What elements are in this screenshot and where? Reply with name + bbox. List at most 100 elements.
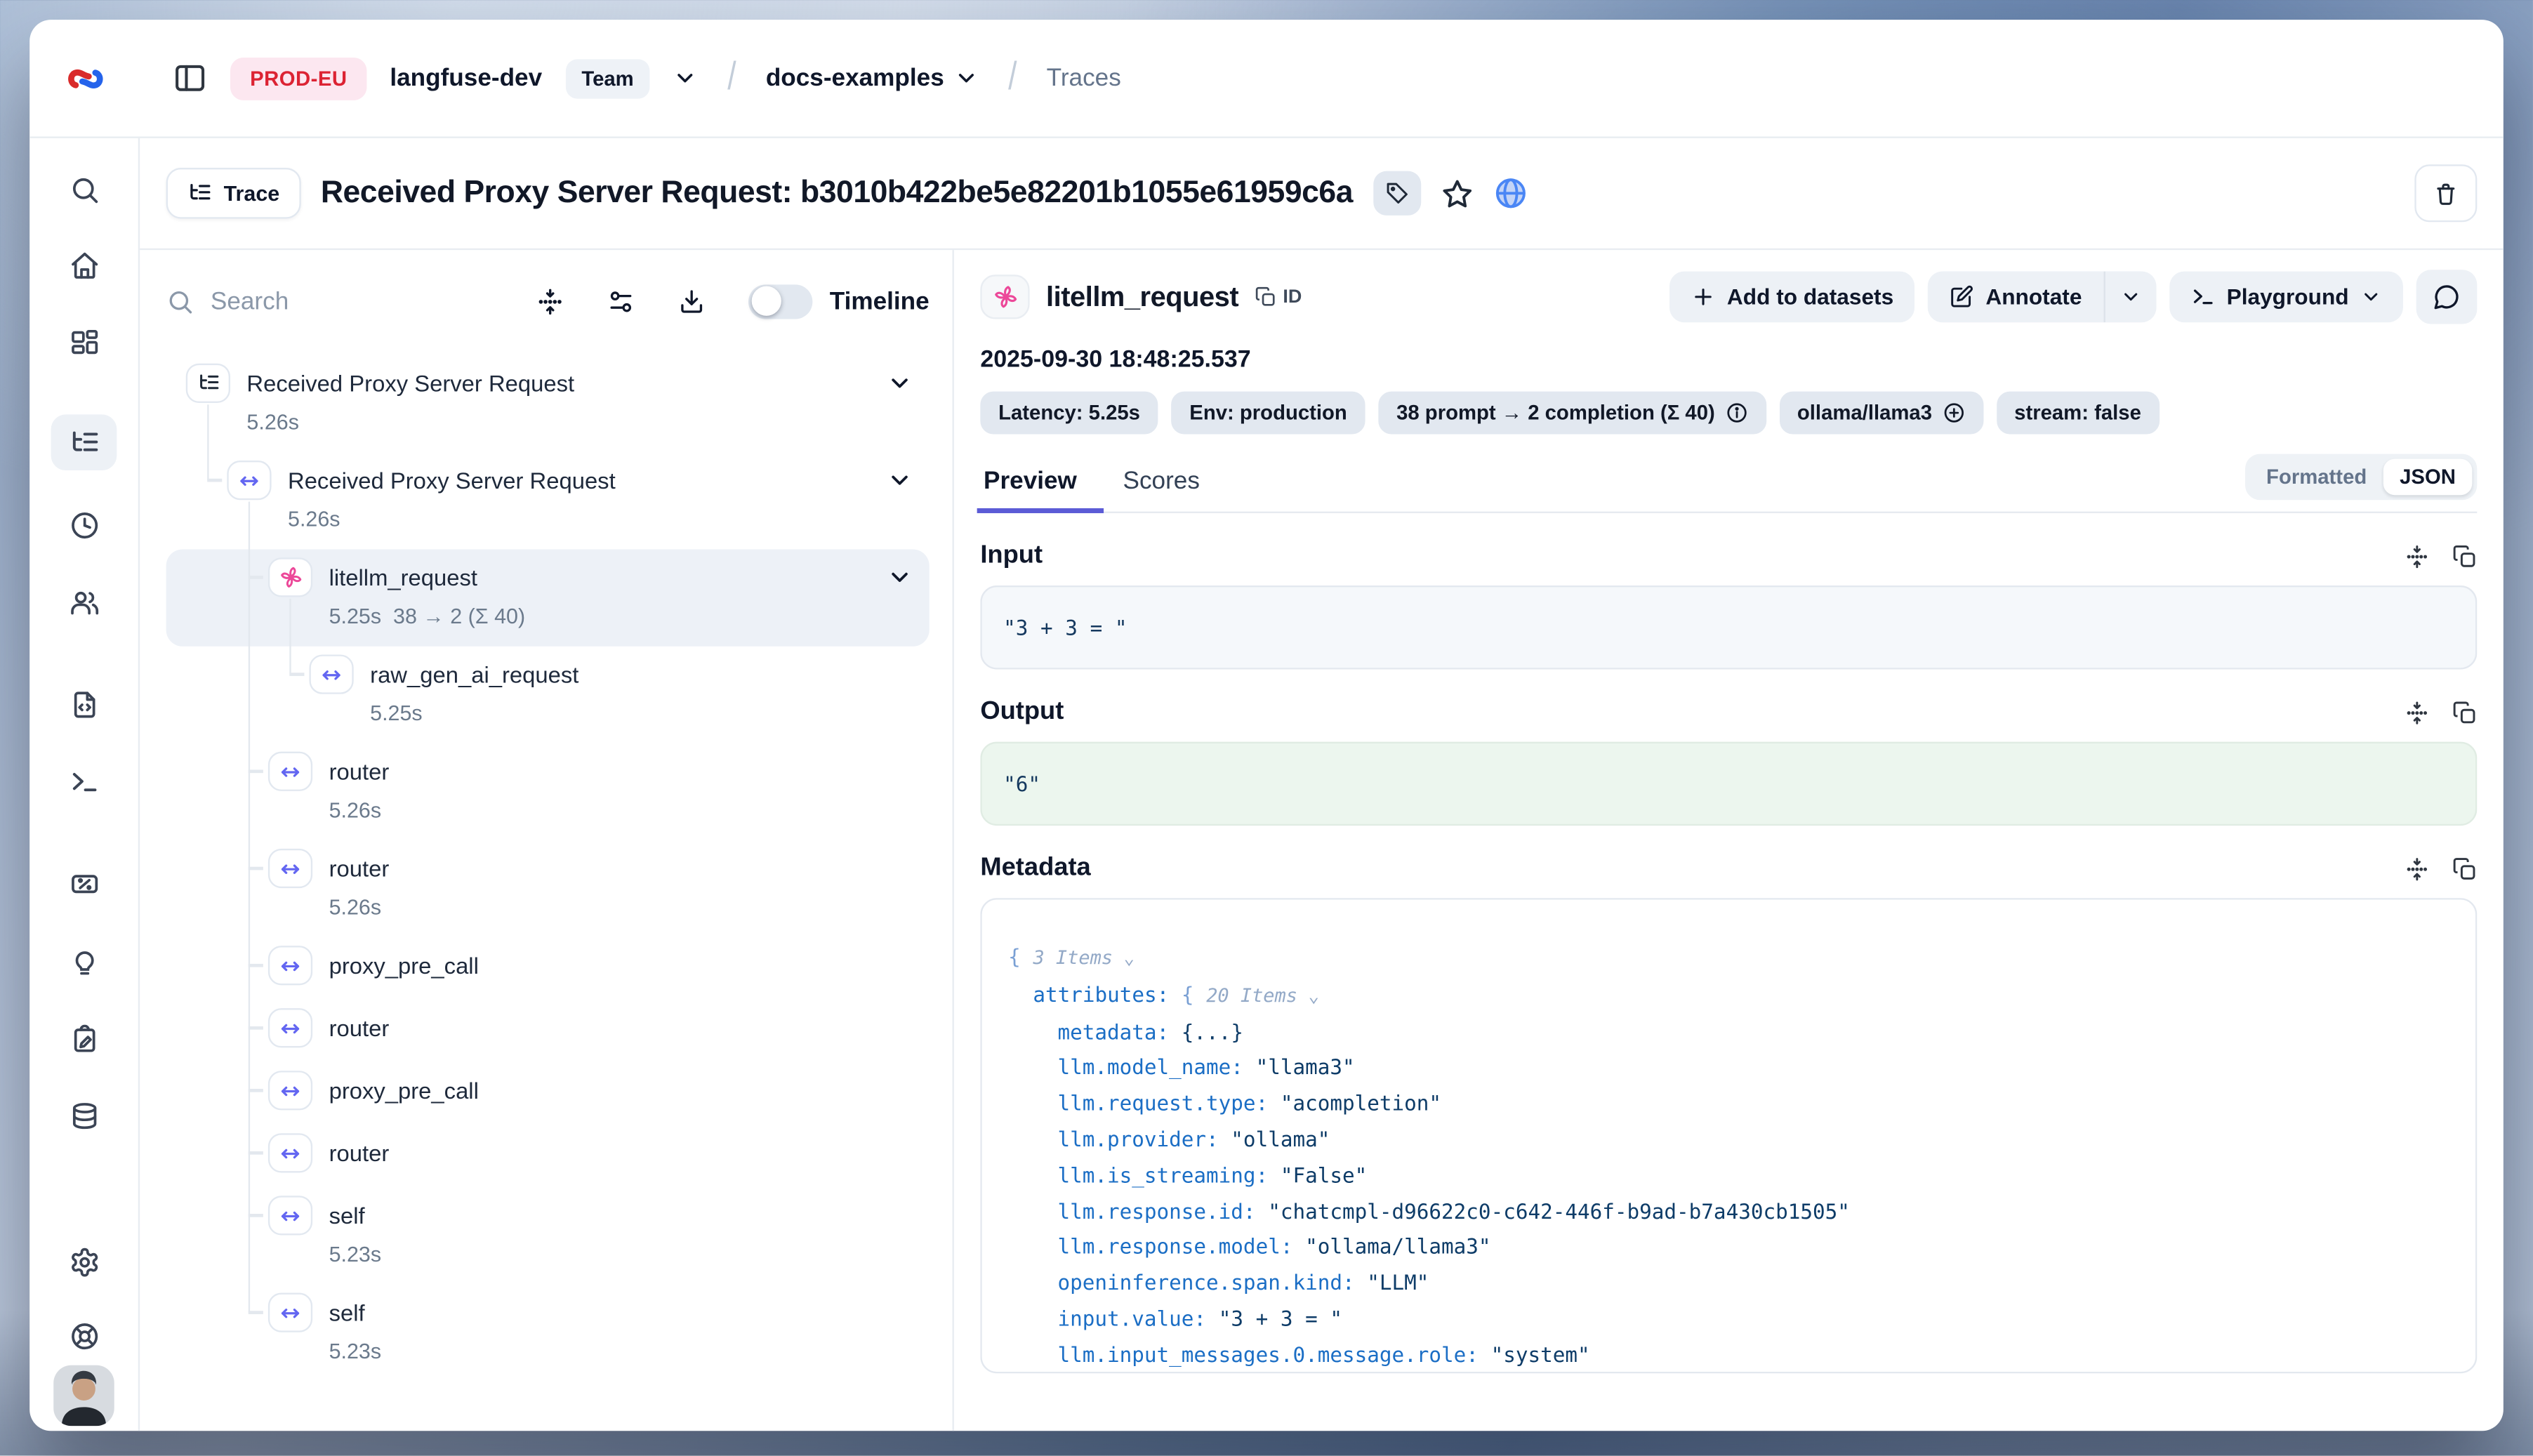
delete-trace-button[interactable] bbox=[2414, 164, 2477, 222]
collapse-output-button[interactable] bbox=[2405, 700, 2429, 724]
nav-evaluations[interactable] bbox=[51, 855, 117, 911]
trace-type-badge[interactable]: Trace bbox=[166, 168, 301, 219]
bookmark-star-button[interactable] bbox=[1440, 177, 1473, 210]
info-icon[interactable] bbox=[1725, 402, 1748, 425]
org-chevron-down-icon[interactable] bbox=[673, 66, 698, 91]
add-to-datasets-button[interactable]: Add to datasets bbox=[1669, 272, 1915, 323]
search-icon bbox=[166, 287, 194, 315]
tree-row-duration: 5.23s bbox=[329, 1238, 382, 1271]
tree-row-Received Proxy Server Request[interactable]: Received Proxy Server Request5.26s bbox=[166, 355, 930, 452]
copy-input-button[interactable] bbox=[2452, 543, 2477, 568]
lifebuoy-icon bbox=[68, 1320, 100, 1351]
tree-row-router[interactable]: router5.26s bbox=[166, 840, 930, 937]
tree-row-router[interactable]: router5.26s bbox=[166, 743, 930, 840]
collapse-input-button[interactable] bbox=[2405, 543, 2429, 568]
tree-row-self[interactable]: self5.23s bbox=[166, 1285, 930, 1382]
annotate-split-button: Annotate bbox=[1928, 272, 2155, 323]
tree-row-router[interactable]: router bbox=[166, 1000, 930, 1062]
copy-metadata-button[interactable] bbox=[2452, 856, 2477, 880]
users-icon bbox=[68, 586, 100, 618]
nav-playground[interactable] bbox=[51, 753, 117, 809]
tree-row-Received Proxy Server Request[interactable]: Received Proxy Server Request5.26s bbox=[166, 452, 930, 549]
breadcrumb-section[interactable]: Traces bbox=[1047, 64, 1121, 92]
chevron-down-icon[interactable] bbox=[887, 370, 913, 396]
playground-button[interactable]: Playground bbox=[2169, 272, 2403, 323]
breadcrumb-project[interactable]: docs-examples bbox=[766, 64, 979, 92]
stream-badge[interactable]: stream: false bbox=[1996, 392, 2159, 435]
json-line: attributes: { 20 Items ⌄ bbox=[1008, 977, 2449, 1014]
public-globe-button[interactable] bbox=[1493, 176, 1527, 211]
nav-datasets[interactable] bbox=[51, 1087, 117, 1144]
tree-row-router[interactable]: router bbox=[166, 1125, 930, 1188]
copy-output-button[interactable] bbox=[2452, 700, 2477, 724]
generation-type-badge bbox=[980, 274, 1029, 319]
output-content: "6" bbox=[980, 742, 2477, 826]
collapse-all-button[interactable] bbox=[537, 287, 565, 315]
tab-preview[interactable]: Preview bbox=[980, 457, 1080, 511]
nav-search[interactable] bbox=[51, 161, 117, 218]
environment-badge[interactable]: PROD-EU bbox=[230, 57, 367, 100]
trace-tree-panel: Timeline Received Proxy Server Request5.… bbox=[140, 250, 954, 1431]
json-key: llm.response.model: bbox=[1057, 1234, 1305, 1259]
file-code-icon bbox=[68, 688, 100, 720]
span-search[interactable] bbox=[166, 287, 494, 315]
nav-tracing[interactable] bbox=[51, 414, 117, 470]
sliders-icon bbox=[607, 287, 635, 315]
span-badges: Latency: 5.25s Env: production 38 prompt →… bbox=[980, 392, 2477, 435]
nav-dashboards[interactable] bbox=[51, 314, 117, 370]
latency-badge[interactable]: Latency: 5.25s bbox=[980, 392, 1158, 435]
nav-prompts[interactable] bbox=[51, 676, 117, 732]
tree-row-self[interactable]: self5.23s bbox=[166, 1188, 930, 1285]
lightbulb-icon bbox=[68, 946, 100, 978]
env-badge[interactable]: Env: production bbox=[1172, 392, 1365, 435]
fold-vertical-icon bbox=[2405, 856, 2429, 880]
chevron-down-icon[interactable] bbox=[887, 467, 913, 493]
tag-button[interactable] bbox=[1373, 171, 1420, 216]
json-value[interactable]: ⌄ bbox=[1297, 985, 1319, 1006]
tree-row-proxy-pre-call[interactable]: proxy_pre_call bbox=[166, 937, 930, 1000]
tree-row-raw-gen-ai-request[interactable]: raw_gen_ai_request5.25s bbox=[166, 647, 930, 743]
tree-row-label: router bbox=[329, 849, 390, 888]
nav-settings[interactable] bbox=[51, 1233, 117, 1290]
badge-label: ollama/llama3 bbox=[1797, 402, 1932, 425]
tab-scores[interactable]: Scores bbox=[1120, 457, 1203, 511]
desktop-background: PROD-EU langfuse-dev Team / docs-example… bbox=[0, 0, 2533, 1456]
langfuse-logo[interactable] bbox=[63, 57, 106, 100]
nav-users[interactable] bbox=[51, 574, 117, 630]
collapse-metadata-button[interactable] bbox=[2405, 856, 2429, 880]
tree-row-litellm-request[interactable]: litellm_request5.25s 38 → 2 (Σ 40) bbox=[166, 550, 930, 647]
json-key: llm.request.type: bbox=[1057, 1091, 1280, 1116]
tree-settings-button[interactable] bbox=[607, 287, 635, 315]
nav-home[interactable] bbox=[51, 237, 117, 293]
chevron-down-icon[interactable] bbox=[887, 564, 913, 590]
json-line: llm.model_name: "llama3" bbox=[1008, 1050, 2449, 1086]
annotate-button[interactable]: Annotate bbox=[1928, 272, 2103, 323]
format-option-formatted[interactable]: Formatted bbox=[2250, 459, 2383, 496]
nav-annotation-queues[interactable] bbox=[51, 1012, 117, 1068]
span-icon bbox=[268, 1196, 312, 1235]
tree-row-label: router bbox=[329, 1008, 390, 1047]
nav-support[interactable] bbox=[51, 1308, 117, 1364]
sidebar-toggle-button[interactable] bbox=[173, 61, 207, 95]
list-tree-icon bbox=[68, 427, 100, 458]
json-value[interactable]: 3 Items bbox=[1033, 946, 1113, 969]
json-value[interactable]: ⌄ bbox=[1113, 947, 1135, 968]
annotate-menu-button[interactable] bbox=[2103, 272, 2156, 323]
nav-insights[interactable] bbox=[51, 934, 117, 991]
comments-button[interactable] bbox=[2416, 270, 2478, 324]
span-search-input[interactable] bbox=[211, 287, 392, 315]
json-value[interactable]: 20 Items bbox=[1206, 984, 1297, 1007]
format-option-json[interactable]: JSON bbox=[2383, 459, 2473, 496]
trash-icon bbox=[2433, 180, 2459, 206]
download-button[interactable] bbox=[678, 287, 706, 315]
org-name[interactable]: langfuse-dev bbox=[390, 64, 542, 92]
timeline-toggle[interactable] bbox=[749, 284, 813, 318]
nav-sessions[interactable] bbox=[51, 497, 117, 553]
token-usage-badge[interactable]: 38 prompt → 2 completion (Σ 40) bbox=[1378, 392, 1766, 435]
user-avatar[interactable] bbox=[53, 1365, 114, 1427]
model-badge[interactable]: ollama/llama3 bbox=[1779, 392, 1983, 435]
tree-row-proxy-pre-call[interactable]: proxy_pre_call bbox=[166, 1062, 930, 1125]
copy-id-button[interactable]: ID bbox=[1255, 286, 1302, 307]
gear-icon bbox=[68, 1246, 100, 1278]
plus-circle-icon[interactable] bbox=[1942, 402, 1965, 425]
